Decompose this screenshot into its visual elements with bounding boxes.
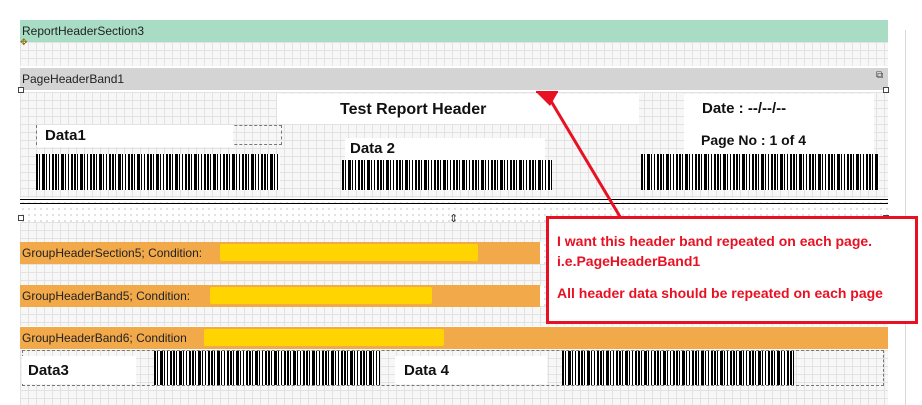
callout-line-2: All header data should be repeated on ea…	[557, 285, 883, 301]
arrow-shaft	[546, 95, 624, 221]
annotation-callout: I want this header band repeated on each…	[546, 216, 918, 324]
callout-line-1: I want this header band repeated on each…	[557, 233, 873, 269]
arrow-head	[536, 92, 558, 106]
annotation-arrow	[536, 91, 624, 221]
